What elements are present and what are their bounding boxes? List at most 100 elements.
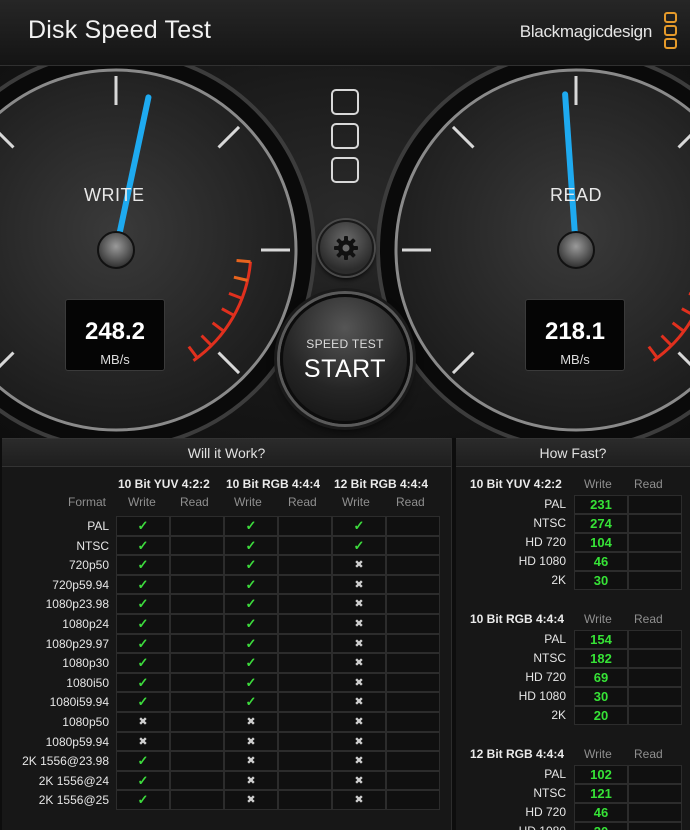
cross-icon: ✖	[332, 790, 386, 810]
write-speed-cell: 46	[574, 803, 628, 822]
read-column-header: Read	[180, 495, 209, 509]
cross-icon: ✖	[332, 711, 386, 732]
dial-redline-tick	[236, 259, 251, 264]
table-row: 231	[574, 495, 682, 514]
write-speed-cell: 102	[574, 765, 628, 784]
cross-icon: ✖	[332, 770, 386, 791]
write-speed-cell: 30	[574, 687, 628, 706]
read-speed-cell	[628, 552, 682, 571]
read-speed-value: 218.1	[544, 318, 606, 345]
result-cell	[386, 574, 440, 595]
result-cell	[170, 653, 224, 673]
start-button[interactable]: SPEED TEST START	[280, 294, 410, 424]
result-cell	[278, 594, 332, 614]
format-label: NTSC	[533, 516, 566, 530]
cross-icon: ✖	[332, 731, 386, 752]
status-lights	[331, 89, 359, 191]
result-cell	[386, 790, 440, 810]
cross-icon: ✖	[332, 633, 386, 654]
write-speed-cell: 69	[574, 668, 628, 687]
read-speed-cell	[628, 533, 682, 552]
format-label: 1080p59.94	[45, 734, 109, 749]
format-label: HD 720	[525, 805, 566, 819]
table-row: 104	[574, 533, 682, 552]
check-icon: ✓	[224, 574, 278, 595]
settings-button[interactable]	[318, 220, 374, 276]
result-cell	[170, 672, 224, 693]
read-speed-cell	[628, 495, 682, 514]
format-label: 2K	[551, 708, 566, 722]
write-column-header: Write	[584, 477, 612, 491]
result-cell	[170, 790, 224, 810]
table-row: ✓ ✓ ✖	[116, 672, 440, 693]
result-cell	[278, 535, 332, 556]
read-column-header: Read	[288, 495, 317, 509]
cross-icon: ✖	[332, 653, 386, 673]
will-it-work-panel: Will it Work? 10 Bit YUV 4:2:2 10 Bit RG…	[2, 438, 452, 830]
write-dial	[0, 66, 316, 438]
result-cell	[170, 711, 224, 732]
how-fast-grid: 231 274 104 46 30	[574, 495, 682, 590]
result-cell	[386, 711, 440, 732]
format-label: NTSC	[533, 651, 566, 665]
format-label: 1080p30	[62, 656, 109, 671]
result-cell	[386, 555, 440, 575]
result-cell	[278, 711, 332, 732]
format-label: 2K	[551, 573, 566, 587]
result-cell	[170, 574, 224, 595]
write-column-header: Write	[234, 495, 262, 509]
cross-icon: ✖	[116, 711, 170, 732]
cross-icon: ✖	[332, 751, 386, 771]
table-row: 274	[574, 514, 682, 533]
result-cell	[170, 535, 224, 556]
check-icon: ✓	[224, 594, 278, 614]
cross-icon: ✖	[224, 751, 278, 771]
format-label: 1080p24	[62, 617, 109, 631]
write-speed-cell: 274	[574, 514, 628, 533]
check-icon: ✓	[224, 555, 278, 575]
result-cell	[386, 731, 440, 752]
read-speed-cell	[628, 630, 682, 649]
read-readout: 218.1 MB/s	[525, 299, 625, 371]
write-speed-unit: MB/s	[100, 352, 130, 367]
check-icon: ✓	[116, 516, 170, 536]
how-fast-group-header: 10 Bit YUV 4:2:2	[470, 477, 562, 491]
table-row: ✖ ✖ ✖	[116, 711, 440, 732]
format-label: HD 1080	[518, 554, 566, 568]
result-cell	[386, 692, 440, 712]
read-speed-cell	[628, 765, 682, 784]
cross-icon: ✖	[332, 613, 386, 634]
result-cell	[386, 653, 440, 673]
gauge-panel: WRITE READ 248.2 MB/s 218.1 MB/s SPEED T…	[0, 66, 690, 438]
check-icon: ✓	[116, 633, 170, 654]
result-cell	[278, 633, 332, 654]
result-cell	[278, 574, 332, 595]
read-speed-cell	[628, 784, 682, 803]
check-icon: ✓	[116, 555, 170, 575]
brand-name: Blackmagicdesign	[519, 22, 653, 41]
result-cell	[386, 633, 440, 654]
write-speed-cell: 30	[574, 571, 628, 590]
result-cell	[170, 731, 224, 752]
how-fast-group-header: 12 Bit RGB 4:4:4	[470, 747, 565, 761]
result-cell	[278, 672, 332, 693]
read-column-header: Read	[396, 495, 425, 509]
table-row: 154	[574, 630, 682, 649]
check-icon: ✓	[116, 692, 170, 712]
table-row: ✓ ✓ ✖	[116, 692, 440, 712]
table-row: ✓ ✖ ✖	[116, 751, 440, 771]
format-column-header: Format	[68, 495, 107, 509]
brand-logo-icon	[664, 12, 678, 51]
write-speed-cell: 182	[574, 649, 628, 668]
table-row: ✓ ✓ ✖	[116, 555, 440, 575]
table-row: 30	[574, 571, 682, 590]
result-cell	[278, 692, 332, 712]
format-label: NTSC	[76, 538, 109, 553]
will-it-work-grid: ✓ ✓ ✓ ✓ ✓ ✓ ✓ ✓ ✖ ✓ ✓ ✖ ✓ ✓ ✖ ✓ ✓ ✖ ✓ ✓ ✖ ✓ ✓ ✖ ✓ ✓ ✖ ✓ ✓ ✖ ✖ ✖ ✖ ✖ ✖ ✖ ✓ ✖ ✖ ✓…	[116, 516, 440, 810]
result-cell	[170, 594, 224, 614]
format-label: 1080i59.94	[49, 695, 109, 710]
result-cell	[170, 516, 224, 536]
format-label: NTSC	[533, 786, 566, 800]
result-cell	[386, 594, 440, 614]
format-label: 1080p29.97	[45, 636, 109, 651]
